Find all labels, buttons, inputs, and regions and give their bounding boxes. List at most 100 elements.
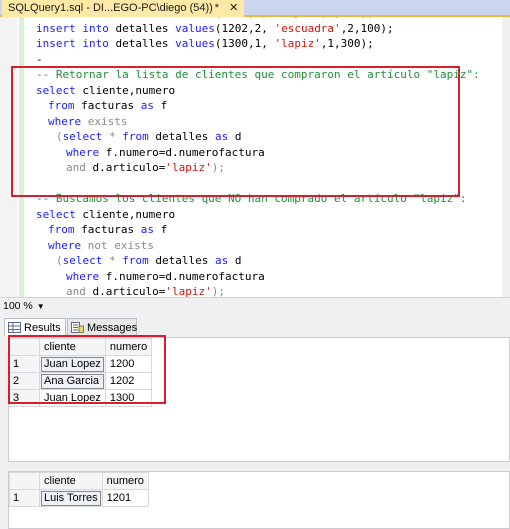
column-header-cliente[interactable]: cliente	[39, 338, 106, 356]
document-tab-strip: SQLQuery1.sql - DI...EGO-PC\diego (54)) *…	[0, 0, 510, 17]
table-row[interactable]: 3 Juan Lopez 1300	[9, 389, 153, 407]
sql-string: 'lapiz'	[165, 285, 212, 297]
sql-token: );	[211, 285, 225, 297]
sql-string: 'lapiz'	[165, 161, 212, 174]
sql-token: detalles	[155, 130, 209, 143]
tab-results-label: Results	[24, 322, 61, 334]
editor-vertical-scrollbar[interactable]	[502, 17, 510, 297]
column-header-cliente[interactable]: cliente	[39, 472, 103, 490]
grid-icon	[8, 322, 21, 333]
sql-keyword: as	[140, 223, 154, 236]
sql-token: -	[36, 52, 43, 66]
sql-token: cliente,numero	[82, 207, 176, 221]
cell-numero[interactable]: 1201	[101, 489, 149, 507]
row-number[interactable]: 1	[9, 489, 40, 507]
sql-keyword: as	[214, 130, 229, 143]
cell-numero[interactable]: 1200	[104, 355, 153, 373]
change-tracking-bar	[19, 17, 24, 297]
sql-token: d	[234, 254, 242, 267]
cell-cliente[interactable]: Juan Lopez	[39, 355, 106, 373]
code-line[interactable]: -- Buscamos los clientes que NO han comp…	[36, 191, 506, 207]
result-grid-2[interactable]: cliente numero 1 Luis Torres 1201	[8, 471, 510, 529]
row-number[interactable]: 3	[9, 389, 40, 407]
column-header-numero[interactable]: numero	[104, 338, 153, 356]
sql-keyword: insert into	[36, 21, 109, 35]
result-table-1: cliente numero 1 Juan Lopez 1200 2 Ana G…	[9, 338, 153, 407]
sql-keyword: as	[140, 99, 154, 112]
sql-token: detalles	[115, 17, 168, 19]
code-line[interactable]: where exists	[36, 114, 506, 130]
unsaved-indicator: *	[214, 2, 220, 14]
code-line[interactable]: where not exists	[36, 238, 506, 254]
sql-keyword: values	[175, 37, 215, 50]
grid-corner[interactable]	[9, 338, 40, 356]
sql-keyword: from	[48, 99, 75, 112]
code-line[interactable]: where f.numero=d.numerofactura	[36, 145, 506, 161]
results-pane: Results Messages cliente numero 1 Juan L…	[0, 314, 510, 529]
table-row[interactable]: 1 Juan Lopez 1200	[9, 355, 153, 373]
sql-token: not exists	[87, 238, 154, 252]
sql-keyword: where	[66, 145, 100, 159]
code-line[interactable]: where f.numero=d.numerofactura	[36, 269, 506, 285]
sql-code[interactable]: insert into detalles values(1202,1, 'lap…	[36, 17, 506, 297]
sql-token: (	[56, 254, 63, 267]
sql-keyword: insert into	[36, 37, 109, 50]
sql-token: and	[66, 285, 86, 297]
code-line[interactable]: insert into detalles values(1202,2, 'esc…	[36, 21, 506, 37]
sql-keyword: select	[36, 83, 76, 97]
code-line[interactable]: select cliente,numero	[36, 83, 506, 99]
code-line[interactable]: and d.articulo='lapiz');	[36, 160, 506, 176]
sql-editor[interactable]: insert into detalles values(1202,1, 'lap…	[0, 17, 510, 297]
grid-corner[interactable]	[9, 472, 40, 490]
sql-keyword: values	[175, 17, 215, 19]
sql-string: 'lapiz'	[274, 37, 321, 50]
sql-token: facturas	[81, 223, 135, 236]
query-tab[interactable]: SQLQuery1.sql - DI...EGO-PC\diego (54)) *…	[2, 0, 245, 17]
code-line[interactable]: insert into detalles values(1300,1, 'lap…	[36, 36, 506, 52]
sql-keyword: insert into	[36, 17, 109, 19]
sql-token: *	[109, 130, 116, 143]
sql-token: ,2,100);	[340, 21, 394, 35]
sql-string: 'lapiz'	[274, 17, 320, 19]
zoom-dropdown[interactable]: 100 % ▼	[3, 299, 55, 313]
sql-token: f	[160, 223, 168, 236]
sql-keyword: where	[48, 114, 82, 128]
code-line[interactable]: -- Retornar la lista de clientes que com…	[36, 67, 506, 83]
sql-token: ,1,200);	[321, 17, 374, 19]
sql-keyword: select	[36, 207, 76, 221]
close-tab-icon[interactable]: ✕	[229, 2, 238, 14]
cell-numero[interactable]: 1300	[104, 389, 153, 407]
sql-token: d	[234, 130, 242, 143]
code-line[interactable]	[36, 176, 506, 192]
code-line[interactable]: (select * from detalles as d	[36, 253, 506, 269]
cell-cliente[interactable]: Ana Garcia	[39, 372, 106, 390]
cell-cliente[interactable]: Luis Torres	[39, 489, 103, 507]
sql-token: (	[56, 130, 63, 143]
table-row[interactable]: 2 Ana Garcia 1202	[9, 372, 153, 390]
sql-keyword: from	[48, 223, 75, 236]
code-line[interactable]: from facturas as f	[36, 98, 506, 114]
table-row[interactable]: 1 Luis Torres 1201	[9, 489, 149, 507]
sql-token: detalles	[155, 254, 209, 267]
tab-messages[interactable]: Messages	[67, 318, 137, 336]
code-line[interactable]: -	[36, 52, 506, 68]
tab-messages-label: Messages	[87, 322, 138, 334]
result-table-2: cliente numero 1 Luis Torres 1201	[9, 472, 149, 507]
query-tab-title: SQLQuery1.sql - DI...EGO-PC\diego (54))	[8, 2, 213, 14]
sql-keyword: from	[122, 130, 149, 143]
sql-keyword: select	[62, 254, 103, 267]
row-number[interactable]: 2	[9, 372, 40, 390]
column-header-numero[interactable]: numero	[101, 472, 149, 490]
code-line[interactable]: select cliente,numero	[36, 207, 506, 223]
code-line[interactable]: and d.articulo='lapiz');	[36, 284, 506, 297]
sql-comment: -- Retornar la lista de clientes que com…	[36, 68, 480, 81]
tab-results[interactable]: Results	[4, 318, 66, 336]
row-number[interactable]: 1	[9, 355, 40, 373]
cell-numero[interactable]: 1202	[104, 372, 153, 390]
code-line[interactable]: (select * from detalles as d	[36, 129, 506, 145]
sql-token: *	[109, 254, 116, 267]
cell-cliente[interactable]: Juan Lopez	[39, 389, 106, 407]
sql-keyword: values	[175, 21, 215, 35]
result-grid-1[interactable]: cliente numero 1 Juan Lopez 1200 2 Ana G…	[8, 335, 510, 462]
code-line[interactable]: from facturas as f	[36, 222, 506, 238]
